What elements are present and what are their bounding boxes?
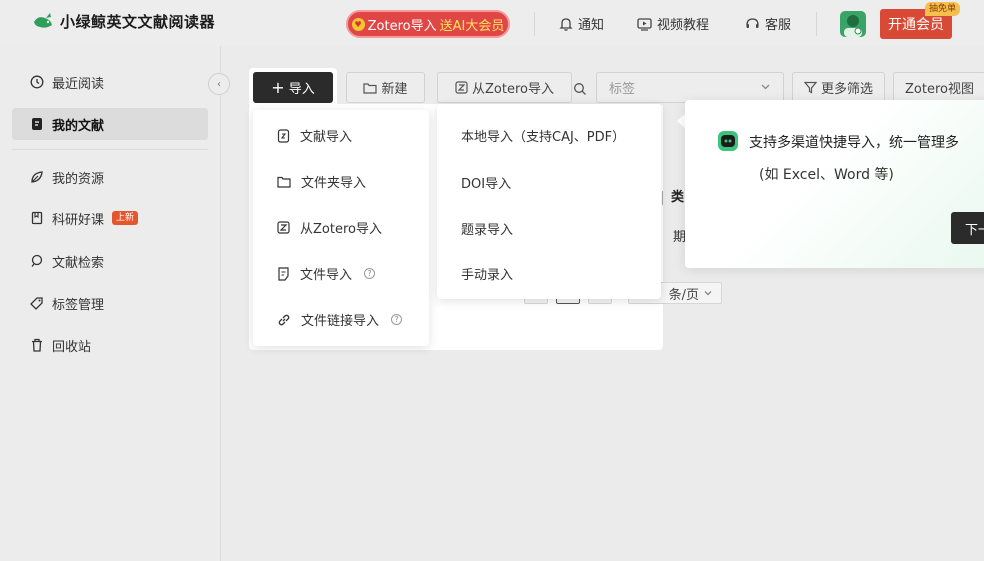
app-title: 小绿鲸英文文献阅读器 <box>60 13 216 31</box>
tag-icon <box>30 297 43 310</box>
menu-item-folder-import[interactable]: 文件夹导入 <box>277 172 366 191</box>
tour-message-line1: 支持多渠道快捷导入，统一管理多 <box>749 135 959 151</box>
sidebar-item-courses[interactable]: 科研好课 上新 <box>12 202 208 234</box>
menu-item-label: 文献导入 <box>300 130 353 145</box>
menu-item-link-import[interactable]: 文件链接导入 ? <box>277 310 403 329</box>
document-icon <box>32 118 42 130</box>
app-header: 小绿鲸英文文献阅读器 ♥ Zotero导入 送AI大会员 通知 视频教程 客服 开… <box>0 0 984 46</box>
tag-select[interactable]: 标签 <box>596 72 784 103</box>
promo-highlight: 送AI大会员 <box>439 18 505 34</box>
notify-button[interactable]: 通知 <box>559 14 604 33</box>
tag-select-placeholder: 标签 <box>609 82 636 97</box>
headset-icon <box>746 17 759 28</box>
import-label: 导入 <box>288 82 315 97</box>
doc-import-icon <box>277 128 290 143</box>
sidebar-item-trash[interactable]: 回收站 <box>12 329 208 361</box>
sidebar-item-search[interactable]: 文献检索 <box>12 245 208 277</box>
bell-icon <box>559 17 573 31</box>
zotero-icon <box>277 221 290 234</box>
menu-item-label: 从Zotero导入 <box>300 222 382 237</box>
zotero-view-button[interactable]: Zotero视图 <box>893 72 984 103</box>
sidebar-item-tags[interactable]: 标签管理 <box>12 287 208 319</box>
promo-prefix: Zotero导入 <box>367 18 437 34</box>
submenu-item-local-import[interactable]: 本地导入（支持CAJ、PDF） <box>461 126 625 145</box>
search-icon[interactable] <box>573 82 587 96</box>
sidebar-item-recent[interactable]: 最近阅读 <box>12 66 208 98</box>
sidebar-item-label: 文献检索 <box>52 255 105 271</box>
help-icon[interactable]: ? <box>364 268 376 279</box>
sidebar-item-label: 我的资源 <box>52 171 105 187</box>
menu-item-literature-import[interactable]: 文献导入 <box>277 126 352 145</box>
zotero-promo-banner[interactable]: ♥ Zotero导入 送AI大会员 <box>346 10 510 38</box>
link-icon <box>278 314 290 325</box>
tutorial-button[interactable]: 视频教程 <box>637 14 709 33</box>
import-button[interactable]: + 导入 <box>253 72 333 103</box>
vip-badge: 抽免单 <box>925 2 961 16</box>
header-divider <box>534 12 535 36</box>
menu-item-label: 文件夹导入 <box>301 176 367 191</box>
whale-logo-icon <box>32 12 54 32</box>
collapse-sidebar-button[interactable]: ‹ <box>208 73 230 95</box>
submenu-item-doi-import[interactable]: DOI导入 <box>461 173 511 192</box>
onboarding-tooltip: 支持多渠道快捷导入，统一管理多 (如 Excel、Word 等) 下一 <box>685 100 984 268</box>
search-icon <box>31 254 43 267</box>
submenu-item-citation-import[interactable]: 题录导入 <box>461 219 513 238</box>
header-divider <box>816 12 817 36</box>
sidebar-item-resources[interactable]: 我的资源 <box>12 161 208 193</box>
leaf-icon <box>31 171 43 183</box>
assistant-icon <box>718 131 738 151</box>
help-icon[interactable]: ? <box>391 314 403 325</box>
import-submenu: 本地导入（支持CAJ、PDF） DOI导入 题录导入 手动录入 <box>437 104 661 299</box>
new-badge: 上新 <box>112 211 139 225</box>
avatar[interactable] <box>840 11 866 37</box>
app-logo[interactable]: 小绿鲸英文文献阅读器 <box>32 11 215 32</box>
trash-icon <box>32 338 42 352</box>
submenu-item-manual-entry[interactable]: 手动录入 <box>461 264 513 283</box>
table-header-fragment: 类 <box>662 186 684 206</box>
menu-item-label: 文件导入 <box>300 268 353 283</box>
notify-label: 通知 <box>578 18 605 33</box>
sidebar-item-label: 标签管理 <box>52 297 105 313</box>
clock-icon <box>30 75 44 89</box>
new-button[interactable]: 新建 <box>346 72 425 103</box>
zotero-icon <box>455 81 468 94</box>
book-icon <box>31 211 43 225</box>
page-size-label: 条/页 <box>668 287 699 303</box>
plus-icon: + <box>271 77 285 97</box>
new-label: 新建 <box>381 82 408 97</box>
sidebar-item-label: 最近阅读 <box>52 76 105 92</box>
tour-next-button[interactable]: 下一 <box>951 212 984 244</box>
chevron-down-icon <box>704 291 712 296</box>
service-label: 客服 <box>765 18 792 33</box>
sidebar-item-label: 回收站 <box>52 339 92 355</box>
zotero-import-label: 从Zotero导入 <box>472 82 554 97</box>
chevron-left-icon: ‹ <box>217 78 221 90</box>
zotero-import-button[interactable]: 从Zotero导入 <box>437 72 572 103</box>
import-dropdown-menu: 文献导入 文件夹导入 从Zotero导入 文件导入 ? 文件链接导入 ? <box>253 110 429 346</box>
zotero-view-label: Zotero视图 <box>905 82 974 97</box>
menu-item-zotero-import[interactable]: 从Zotero导入 <box>277 218 382 237</box>
folder-icon <box>277 176 291 188</box>
chevron-down-icon <box>760 81 771 96</box>
file-icon <box>278 266 289 281</box>
sidebar-item-label: 我的文献 <box>52 118 105 134</box>
filter-icon <box>803 81 817 94</box>
sidebar-divider <box>12 149 208 150</box>
heart-icon: ♥ <box>351 17 365 31</box>
more-filter-button[interactable]: 更多筛选 <box>792 72 885 103</box>
video-icon <box>637 17 652 31</box>
menu-item-label: 文件链接导入 <box>301 314 380 329</box>
tutorial-label: 视频教程 <box>657 18 710 33</box>
sidebar-item-my-literature[interactable]: 我的文献 <box>12 108 208 140</box>
tour-message-line2: (如 Excel、Word 等) <box>759 167 894 183</box>
service-button[interactable]: 客服 <box>745 14 791 33</box>
folder-icon <box>363 82 378 94</box>
menu-item-file-import[interactable]: 文件导入 ? <box>277 264 376 283</box>
more-filter-label: 更多筛选 <box>820 82 873 97</box>
sidebar-item-label: 科研好课 <box>52 212 105 228</box>
